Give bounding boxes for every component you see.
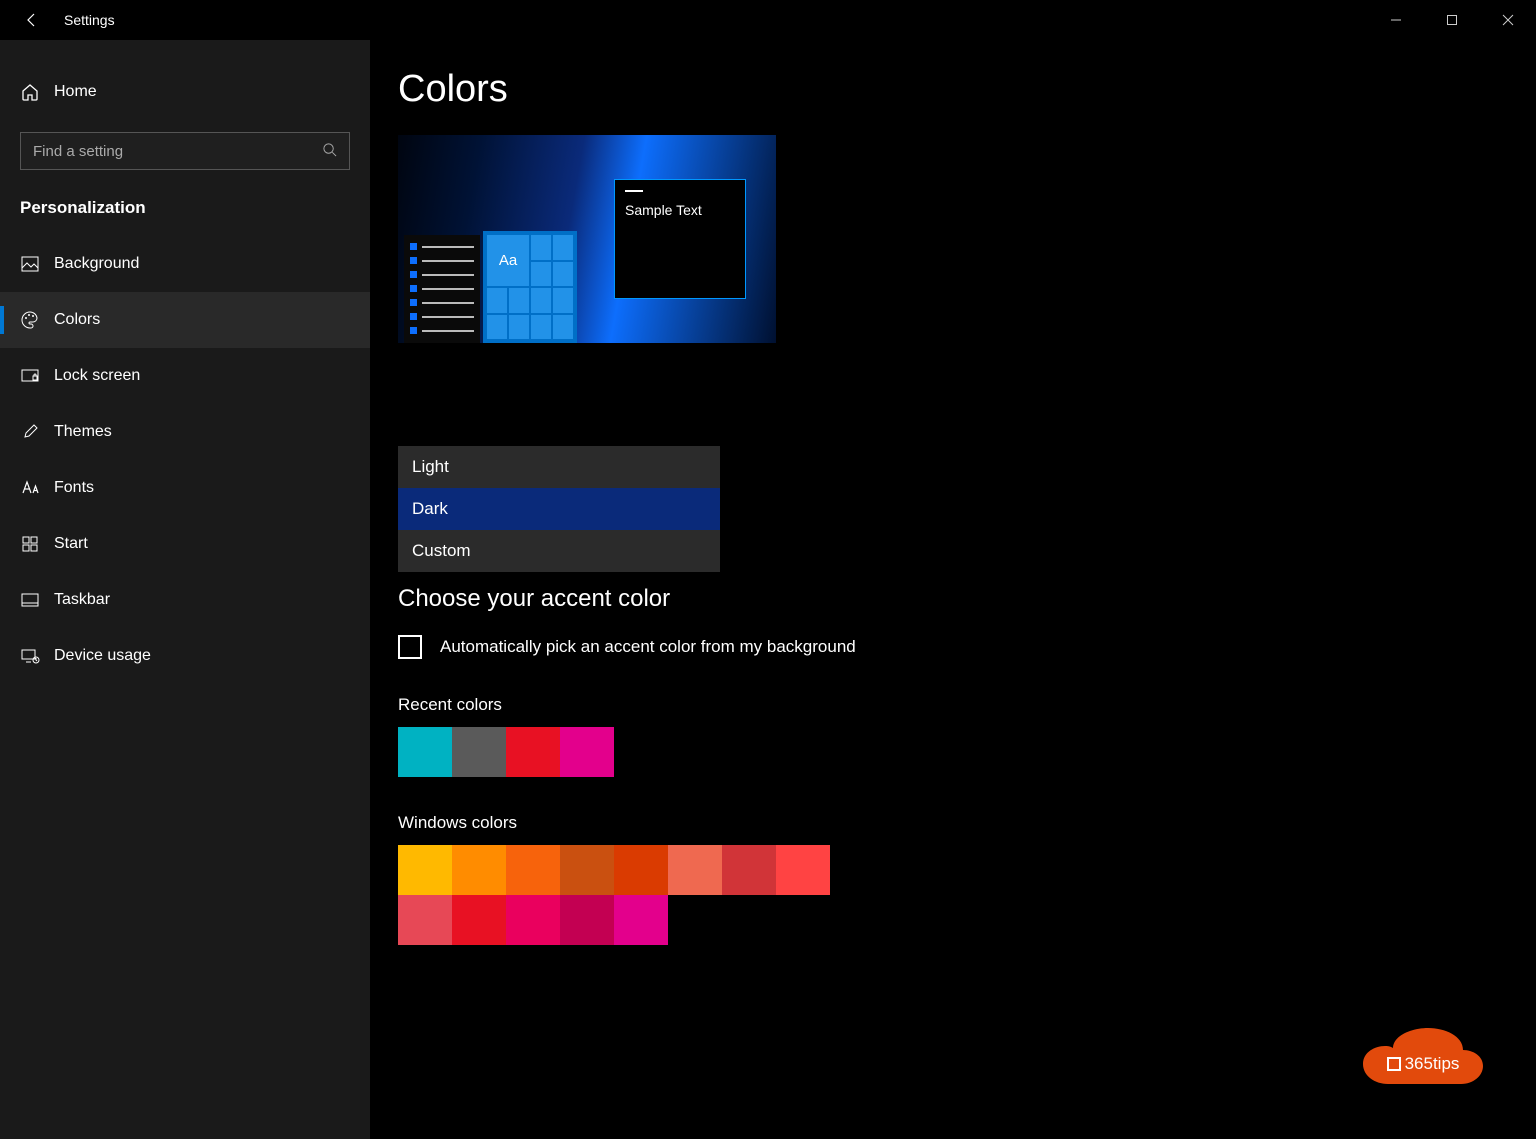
sidebar-home[interactable]: Home <box>0 64 370 120</box>
windows-color-swatch[interactable] <box>614 845 668 895</box>
search-placeholder: Find a setting <box>33 143 123 160</box>
windows-color-swatch[interactable] <box>452 845 506 895</box>
windows-color-swatch[interactable] <box>506 895 560 945</box>
windows-color-swatch[interactable] <box>398 895 452 945</box>
sidebar-item-label: Device usage <box>54 647 151 665</box>
sidebar-item-label: Colors <box>54 311 100 329</box>
page-title: Colors <box>398 68 1536 111</box>
picture-icon <box>20 254 54 274</box>
auto-accent-checkbox[interactable] <box>398 635 422 659</box>
minimize-button[interactable] <box>1368 0 1424 40</box>
watermark-365tips: 365tips <box>1368 1031 1478 1097</box>
windows-color-swatch[interactable] <box>452 895 506 945</box>
sidebar-home-label: Home <box>54 83 97 101</box>
windows-color-swatch[interactable] <box>614 895 668 945</box>
color-preview: Aa Sample Text <box>398 135 776 343</box>
sidebar-item-start[interactable]: Start <box>0 516 370 572</box>
sidebar-item-label: Background <box>54 255 139 273</box>
sidebar-item-label: Themes <box>54 423 112 441</box>
color-mode-dropdown[interactable]: Light Dark Custom <box>398 446 720 572</box>
preview-sample-window: Sample Text <box>614 179 746 299</box>
dropdown-option-label: Light <box>412 457 449 477</box>
recent-colors-row <box>398 727 1536 777</box>
recent-color-swatch[interactable] <box>452 727 506 777</box>
sidebar-item-colors[interactable]: Colors <box>0 292 370 348</box>
sidebar-item-label: Start <box>54 535 88 553</box>
lock-screen-icon <box>20 366 54 386</box>
palette-icon <box>20 310 54 330</box>
sidebar-section-header: Personalization <box>0 190 370 236</box>
sidebar-item-label: Taskbar <box>54 591 110 609</box>
home-icon <box>20 82 54 102</box>
sidebar-item-device-usage[interactable]: Device usage <box>0 628 370 684</box>
dropdown-option-light[interactable]: Light <box>398 446 720 488</box>
sidebar-item-label: Lock screen <box>54 367 140 385</box>
auto-accent-label: Automatically pick an accent color from … <box>440 637 856 657</box>
preview-sample-text: Sample Text <box>625 202 702 218</box>
close-button[interactable] <box>1480 0 1536 40</box>
recent-color-swatch[interactable] <box>560 727 614 777</box>
back-button[interactable] <box>0 0 64 40</box>
windows-colors-label: Windows colors <box>398 813 1536 833</box>
titlebar: Settings <box>0 0 1536 40</box>
sidebar: Home Find a setting Personalization Back… <box>0 40 370 1139</box>
dropdown-option-dark[interactable]: Dark <box>398 488 720 530</box>
office-logo-icon <box>1387 1057 1401 1071</box>
windows-color-swatch[interactable] <box>506 845 560 895</box>
watermark-text: 365tips <box>1405 1054 1460 1074</box>
preview-start-tiles: Aa <box>483 231 577 343</box>
windows-colors-grid <box>398 845 1536 945</box>
preview-aa-tile: Aa <box>487 235 529 286</box>
recent-color-swatch[interactable] <box>398 727 452 777</box>
sidebar-item-lock-screen[interactable]: Lock screen <box>0 348 370 404</box>
dropdown-option-custom[interactable]: Custom <box>398 530 720 572</box>
search-icon <box>322 142 337 161</box>
recent-colors-label: Recent colors <box>398 695 1536 715</box>
brush-icon <box>20 422 54 442</box>
sidebar-item-background[interactable]: Background <box>0 236 370 292</box>
windows-color-swatch[interactable] <box>722 845 776 895</box>
windows-color-swatch[interactable] <box>560 845 614 895</box>
maximize-button[interactable] <box>1424 0 1480 40</box>
device-usage-icon <box>20 646 54 666</box>
windows-color-swatch[interactable] <box>776 845 830 895</box>
windows-color-swatch[interactable] <box>668 845 722 895</box>
sidebar-item-label: Fonts <box>54 479 94 497</box>
search-input[interactable]: Find a setting <box>20 132 350 170</box>
windows-color-swatch[interactable] <box>398 845 452 895</box>
start-icon <box>20 534 54 554</box>
sidebar-item-fonts[interactable]: Fonts <box>0 460 370 516</box>
app-title: Settings <box>64 12 115 28</box>
main-pane: Colors Aa Sample Text Transparency effec… <box>398 50 1536 1139</box>
accent-heading: Choose your accent color <box>398 585 1536 613</box>
sidebar-item-themes[interactable]: Themes <box>0 404 370 460</box>
dropdown-option-label: Custom <box>412 541 471 561</box>
font-icon <box>20 478 54 498</box>
preview-start-list <box>404 235 480 343</box>
recent-color-swatch[interactable] <box>506 727 560 777</box>
taskbar-icon <box>20 590 54 610</box>
windows-color-swatch[interactable] <box>560 895 614 945</box>
dropdown-option-label: Dark <box>412 499 448 519</box>
sidebar-item-taskbar[interactable]: Taskbar <box>0 572 370 628</box>
